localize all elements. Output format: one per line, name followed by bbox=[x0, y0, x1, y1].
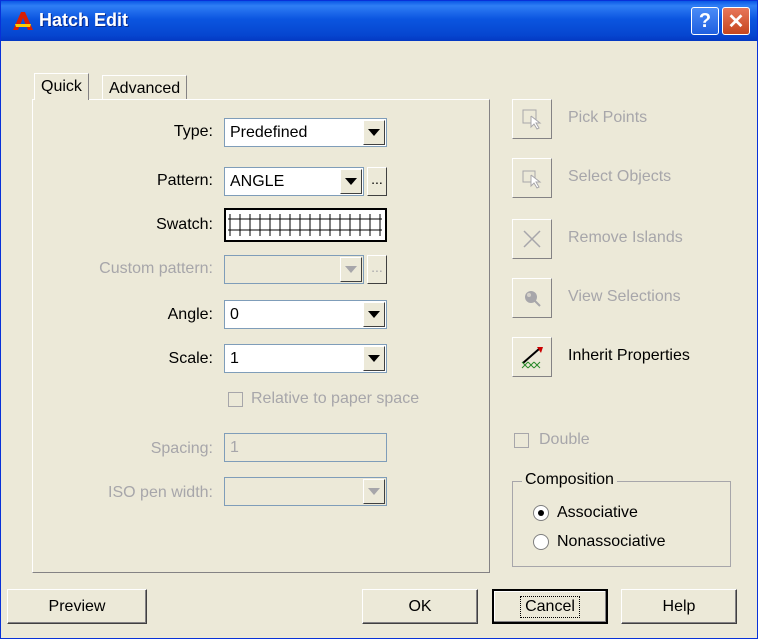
view-selections-label: View Selections bbox=[568, 288, 681, 305]
select-objects-button[interactable] bbox=[512, 158, 552, 198]
scale-dropdown-button[interactable] bbox=[363, 346, 385, 371]
scale-combobox[interactable]: 1 bbox=[224, 344, 387, 373]
angle-combobox[interactable]: 0 bbox=[224, 300, 387, 329]
remove-islands-label: Remove Islands bbox=[568, 229, 683, 246]
nonassociative-radio[interactable] bbox=[533, 534, 549, 550]
custom-pattern-select[interactable] bbox=[224, 255, 364, 284]
iso-pen-width-label: ISO pen width: bbox=[108, 484, 213, 501]
chevron-down-icon bbox=[368, 129, 380, 136]
preview-button-label: Preview bbox=[48, 597, 106, 615]
pattern-value: ANGLE bbox=[230, 173, 285, 190]
angle-pattern-swatch bbox=[228, 214, 382, 236]
type-select[interactable]: Predefined bbox=[224, 118, 387, 147]
inherit-properties-label: Inherit Properties bbox=[568, 347, 690, 364]
relative-paper-space-checkbox[interactable] bbox=[228, 392, 243, 407]
angle-value: 0 bbox=[230, 306, 239, 323]
title-bar[interactable]: Hatch Edit ? ✕ bbox=[1, 1, 757, 41]
iso-pen-width-select[interactable] bbox=[224, 477, 387, 506]
pattern-browse-button[interactable]: ... bbox=[367, 167, 387, 196]
swatch-label: Swatch: bbox=[156, 216, 213, 233]
chevron-down-icon bbox=[368, 355, 380, 362]
custom-pattern-browse-button[interactable]: ... bbox=[367, 255, 387, 284]
iso-pen-width-dropdown-button[interactable] bbox=[363, 479, 385, 504]
hatch-edit-dialog: Hatch Edit ? ✕ Quick Advanced Type: Pred… bbox=[0, 0, 758, 639]
type-label: Type: bbox=[173, 123, 213, 140]
pick-points-icon bbox=[522, 109, 542, 130]
nonassociative-label: Nonassociative bbox=[557, 533, 666, 550]
spacing-field[interactable]: 1 bbox=[224, 433, 387, 462]
help-title-button[interactable]: ? bbox=[691, 7, 719, 35]
custom-pattern-dropdown-button[interactable] bbox=[340, 257, 362, 282]
help-button[interactable]: Help bbox=[621, 589, 737, 624]
tab-advanced-label: Advanced bbox=[109, 80, 181, 97]
select-objects-label: Select Objects bbox=[568, 168, 672, 185]
double-checkbox[interactable] bbox=[514, 433, 529, 448]
angle-dropdown-button[interactable] bbox=[363, 302, 385, 327]
composition-title: Composition bbox=[522, 471, 617, 489]
double-label: Double bbox=[539, 431, 590, 448]
autocad-app-icon bbox=[13, 12, 33, 30]
inherit-properties-button[interactable] bbox=[512, 337, 552, 377]
tab-advanced[interactable]: Advanced bbox=[102, 75, 188, 99]
scale-value: 1 bbox=[230, 350, 239, 367]
composition-group bbox=[512, 481, 731, 567]
pattern-label: Pattern: bbox=[156, 172, 213, 189]
view-selections-icon bbox=[525, 291, 541, 307]
tab-quick-label: Quick bbox=[41, 78, 82, 95]
associative-radio[interactable] bbox=[533, 505, 549, 521]
view-selections-button[interactable] bbox=[512, 278, 552, 318]
remove-islands-button[interactable] bbox=[512, 219, 552, 259]
angle-label: Angle: bbox=[167, 306, 213, 323]
window-title: Hatch Edit bbox=[39, 10, 129, 30]
remove-islands-icon bbox=[523, 230, 541, 248]
ok-button-label: OK bbox=[408, 597, 432, 615]
scale-label: Scale: bbox=[168, 350, 213, 367]
chevron-down-icon bbox=[345, 266, 357, 273]
inherit-properties-icon bbox=[521, 347, 543, 369]
chevron-down-icon bbox=[368, 311, 380, 318]
ok-button[interactable]: OK bbox=[362, 589, 478, 624]
custom-pattern-label: Custom pattern: bbox=[99, 260, 213, 277]
chevron-down-icon bbox=[368, 488, 380, 495]
swatch-preview[interactable] bbox=[224, 208, 387, 242]
preview-button[interactable]: Preview bbox=[7, 589, 147, 624]
associative-label: Associative bbox=[557, 504, 638, 521]
chevron-down-icon bbox=[345, 178, 357, 185]
close-button[interactable]: ✕ bbox=[722, 7, 750, 35]
radio-selected-dot bbox=[538, 510, 544, 516]
spacing-value: 1 bbox=[230, 439, 239, 456]
select-objects-icon bbox=[522, 170, 542, 189]
pattern-select[interactable]: ANGLE bbox=[224, 167, 364, 196]
type-dropdown-button[interactable] bbox=[363, 120, 385, 145]
cancel-button-label: Cancel bbox=[520, 595, 580, 618]
tab-quick[interactable]: Quick bbox=[34, 73, 89, 100]
spacing-label: Spacing: bbox=[150, 440, 213, 457]
pick-points-button[interactable] bbox=[512, 99, 552, 139]
pick-points-label: Pick Points bbox=[568, 109, 648, 126]
type-value: Predefined bbox=[230, 124, 308, 141]
pattern-dropdown-button[interactable] bbox=[340, 169, 362, 194]
cancel-button[interactable]: Cancel bbox=[492, 589, 608, 624]
help-button-label: Help bbox=[662, 597, 696, 615]
relative-paper-space-label: Relative to paper space bbox=[251, 390, 420, 407]
